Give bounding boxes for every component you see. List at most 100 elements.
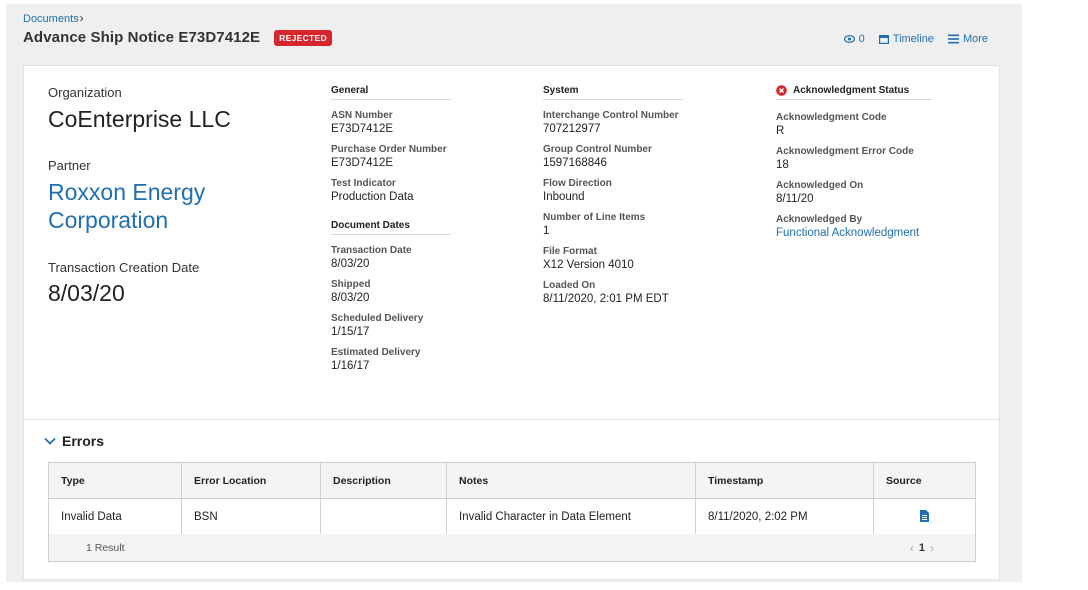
field-estimated-delivery: Estimated Delivery 1/16/17 [331,347,451,373]
field-ack-error-code: Acknowledgment Error Code 18 [776,146,932,172]
functional-acknowledgment-link[interactable]: Functional Acknowledgment [776,226,932,240]
column-header-notes[interactable]: Notes [446,462,696,499]
title-row: Advance Ship Notice E73D7412E REJECTED [23,29,332,46]
chevron-left-icon[interactable]: ‹ [910,541,914,555]
field-value: 707212977 [543,123,601,135]
page-title: Advance Ship Notice E73D7412E [23,29,261,46]
field-asn-number: ASN Number E73D7412E [331,110,451,136]
column-header-source[interactable]: Source [873,462,976,499]
field-ack-code: Acknowledgment Code R [776,112,932,138]
field-value: E73D7412E [331,123,394,135]
field-po-number: Purchase Order Number E73D7412E [331,144,451,170]
field-shipped: Shipped 8/03/20 [331,279,451,305]
top-actions: 0 Timeline More [843,33,988,45]
field-label: Test Indicator [331,178,396,189]
field-label: Interchange Control Number [543,110,679,121]
field-value: 8/03/20 [331,292,370,304]
field-value: E73D7412E [331,157,394,169]
document-details-card: Organization CoEnterprise LLC Partner Ro… [23,65,1000,420]
acknowledgment-heading-label: Acknowledgment Status [793,85,910,96]
partner-link[interactable]: Roxxon Energy Corporation [48,178,288,234]
field-interchange-control-number: Interchange Control Number 707212977 [543,110,683,136]
organization-value: CoEnterprise LLC [48,106,231,132]
calendar-icon [878,35,889,44]
field-flow-direction: Flow Direction Inbound [543,178,683,204]
field-label: ASN Number [331,110,393,121]
field-value: 8/03/20 [331,258,370,270]
field-label: Shipped [331,279,371,290]
field-value: X12 Version 4010 [543,259,634,271]
errors-card: Errors Type Error Location Description N… [23,420,1000,580]
organization-label: Organization [48,85,122,100]
field-transaction-date: Transaction Date 8/03/20 [331,245,451,271]
partner-label: Partner [48,158,91,173]
column-header-timestamp[interactable]: Timestamp [695,462,874,499]
field-label: Estimated Delivery [331,347,421,358]
cell-timestamp: 8/11/2020, 2:02 PM [695,498,874,535]
views-button[interactable]: 0 [843,33,865,45]
system-section: System Interchange Control Number 707212… [543,85,683,314]
field-value: Inbound [543,191,585,203]
field-label: Loaded On [543,280,596,291]
errors-heading: Errors [62,433,105,449]
cell-notes: Invalid Character in Data Element [446,498,696,535]
errors-table: Type Error Location Description Notes Ti… [48,462,976,535]
field-label: Acknowledgment Code [776,112,887,123]
page-number[interactable]: 1 [919,542,925,554]
views-count: 0 [858,33,865,45]
result-count: 1 Result [86,542,125,554]
more-button[interactable]: More [947,33,988,45]
field-label: Group Control Number [543,144,652,155]
more-label: More [962,33,988,45]
breadcrumb: Documents› [23,11,84,25]
system-heading: System [543,85,683,100]
field-value: 8/11/20 [776,193,814,205]
field-value: 8/11/2020, 2:01 PM EDT [543,293,669,305]
document-icon[interactable] [920,510,929,523]
field-number-of-line-items: Number of Line Items 1 [543,212,683,238]
errors-toggle[interactable]: Errors [44,433,104,449]
breadcrumb-documents-link[interactable]: Documents [23,13,79,25]
document-dates-heading: Document Dates [331,220,451,235]
chevron-right-icon[interactable]: › [930,541,934,555]
field-label: Acknowledgment Error Code [776,146,914,157]
table-row: Invalid Data BSN Invalid Character in Da… [48,498,976,535]
transaction-creation-date-label: Transaction Creation Date [48,260,200,275]
timeline-label: Timeline [892,33,934,45]
field-scheduled-delivery: Scheduled Delivery 1/15/17 [331,313,451,339]
column-header-error-location[interactable]: Error Location [181,462,321,499]
column-header-description[interactable]: Description [320,462,447,499]
field-value: 1 [543,225,550,237]
field-acknowledged-by: Acknowledged By Functional Acknowledgmen… [776,214,932,240]
field-value: 1/15/17 [331,326,370,338]
timeline-button[interactable]: Timeline [878,33,934,45]
field-label: Scheduled Delivery [331,313,424,324]
field-label: Transaction Date [331,245,412,256]
cell-error-location: BSN [181,498,321,535]
pagination: ‹ 1 › [905,541,939,555]
field-label: File Format [543,246,597,257]
field-loaded-on: Loaded On 8/11/2020, 2:01 PM EDT [543,280,683,306]
cell-type: Invalid Data [48,498,182,535]
general-heading: General [331,85,451,100]
general-section: General ASN Number E73D7412E Purchase Or… [331,85,451,381]
transaction-creation-date-value: 8/03/20 [48,280,125,306]
field-file-format: File Format X12 Version 4010 [543,246,683,272]
field-value: 1597168846 [543,157,607,169]
field-label: Number of Line Items [543,212,646,223]
field-group-control-number: Group Control Number 1597168846 [543,144,683,170]
field-value: 18 [776,159,789,171]
cell-source [873,498,976,535]
cell-description [320,498,447,535]
field-value: R [776,125,785,137]
error-circle-icon [776,85,787,96]
field-value: 1/16/17 [331,360,370,372]
column-header-type[interactable]: Type [48,462,182,499]
field-label: Acknowledged On [776,180,864,191]
acknowledgment-section: Acknowledgment Status Acknowledgment Cod… [776,85,932,248]
chevron-right-icon: › [79,11,84,25]
menu-icon [947,34,959,44]
field-label: Purchase Order Number [331,144,447,155]
acknowledgment-heading: Acknowledgment Status [776,85,932,100]
chevron-down-icon [44,437,56,445]
